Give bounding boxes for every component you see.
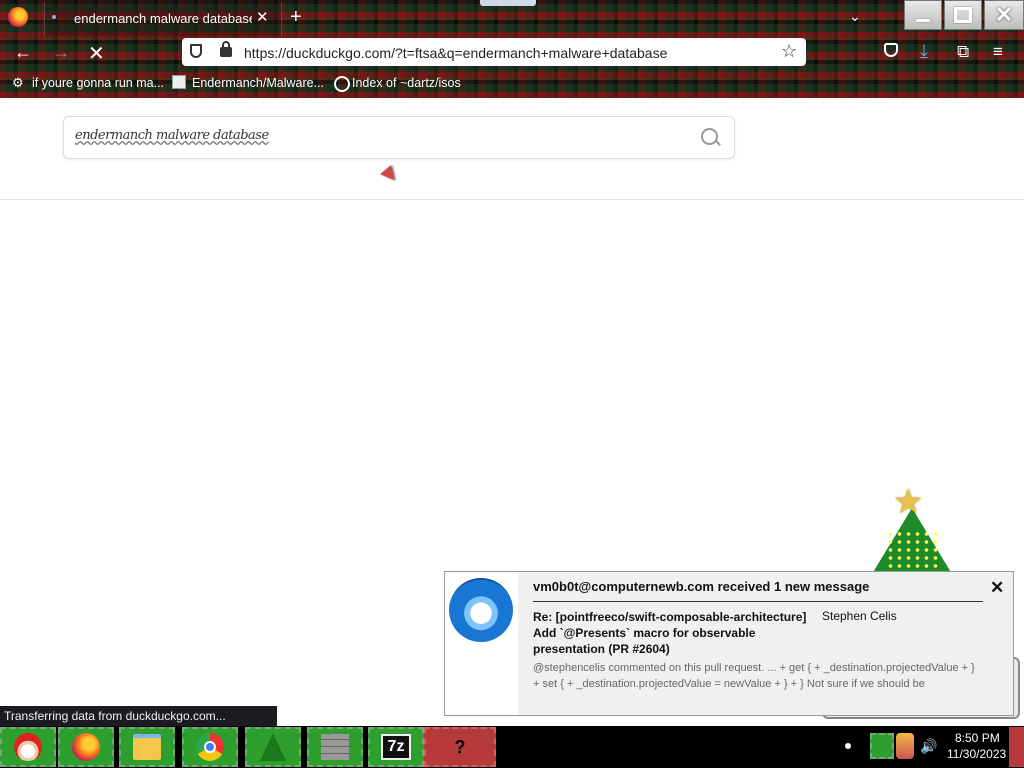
bookmark-item[interactable]: if youre gonna run ma... [32, 76, 164, 90]
santa-icon [14, 733, 42, 761]
notification-title: vm0b0t@computernewb.com received 1 new m… [533, 579, 870, 594]
header-divider [0, 199, 1024, 200]
pocket-icon[interactable] [884, 43, 898, 57]
taskbar-brick-wall[interactable] [307, 727, 363, 767]
notification-body: @stephencelis commented on this pull req… [533, 662, 975, 690]
tab-favicon-icon [52, 15, 56, 19]
lock-icon[interactable] [220, 41, 232, 57]
download-icon[interactable]: ⤓ [920, 41, 928, 62]
tray-dot-icon[interactable] [845, 743, 851, 749]
taskbar-christmas-tree[interactable] [245, 727, 301, 767]
firefox-icon[interactable] [8, 7, 28, 27]
extensions-icon[interactable]: ⧉ [957, 42, 969, 62]
drag-indicator [480, 0, 536, 6]
taskbar-7zip[interactable]: 7z [368, 727, 424, 767]
bookmark-item[interactable]: Endermanch/Malware... [192, 76, 324, 90]
taskbar-chrome[interactable] [182, 727, 238, 767]
tab-list-chevron-icon[interactable]: ⌄ [849, 8, 861, 25]
stop-loading-icon[interactable]: ✕ [88, 41, 105, 66]
robot-icon: ⚙ [12, 75, 24, 90]
taskbar-app[interactable]: ? [424, 727, 496, 767]
tab-close-icon[interactable]: ✕ [256, 8, 269, 26]
clock-date[interactable]: 11/30/2023 [947, 747, 1006, 761]
url-text[interactable]: https://duckduckgo.com/?t=ftsa&q=enderma… [244, 45, 667, 61]
tray-people-icon[interactable] [896, 733, 914, 759]
status-bar: Transferring data from duckduckgo.com... [0, 706, 277, 726]
bookmark-star-icon[interactable]: ☆ [781, 41, 797, 62]
new-tab-button[interactable]: + [290, 6, 302, 29]
start-button[interactable] [0, 727, 56, 767]
brick-wall-icon [321, 734, 349, 760]
close-icon: ✕ [994, 2, 1014, 27]
restore-icon [954, 7, 972, 23]
close-icon[interactable]: ✕ [990, 578, 1004, 598]
taskbar-file-explorer[interactable] [119, 727, 175, 767]
firefox-icon [72, 733, 100, 761]
minimize-button[interactable] [904, 0, 942, 30]
restore-button[interactable] [944, 0, 982, 30]
notification-sender: Stephen Celis [822, 609, 897, 623]
7zip-icon: 7z [381, 734, 411, 760]
minimize-icon [916, 19, 930, 22]
thunderbird-icon [449, 578, 513, 642]
notification-divider [533, 601, 983, 602]
taskbar-firefox[interactable] [58, 727, 114, 767]
search-icon[interactable] [701, 128, 718, 145]
globe-icon [334, 76, 350, 92]
hamburger-menu-icon[interactable]: ≡ [993, 42, 1003, 62]
show-desktop-button[interactable] [1009, 727, 1024, 767]
notification-subject: Re: [pointfreeco/swift-composable-archit… [533, 610, 807, 656]
back-arrow-icon[interactable]: ← [14, 42, 32, 63]
forward-arrow-icon[interactable]: → [52, 42, 70, 63]
folder-icon [133, 734, 161, 760]
close-window-button[interactable]: ✕ [984, 0, 1024, 30]
tab-title: endermanch malware database at [74, 11, 252, 26]
bookmark-item[interactable]: Index of ~dartz/isos [352, 76, 461, 90]
christmas-tree-icon [260, 733, 286, 761]
search-query-text[interactable]: endermanch malware database [75, 128, 269, 143]
tray-flag-icon[interactable] [870, 733, 894, 759]
volume-icon[interactable]: 🔊 [920, 738, 937, 755]
app-icon: ? [454, 736, 466, 757]
page-icon [172, 75, 186, 89]
tree-lights [886, 530, 940, 570]
star-icon: ★ [893, 483, 924, 521]
tracking-shield-icon[interactable] [190, 44, 202, 58]
chrome-icon [196, 733, 224, 761]
clock-time[interactable]: 8:50 PM [955, 731, 1000, 745]
